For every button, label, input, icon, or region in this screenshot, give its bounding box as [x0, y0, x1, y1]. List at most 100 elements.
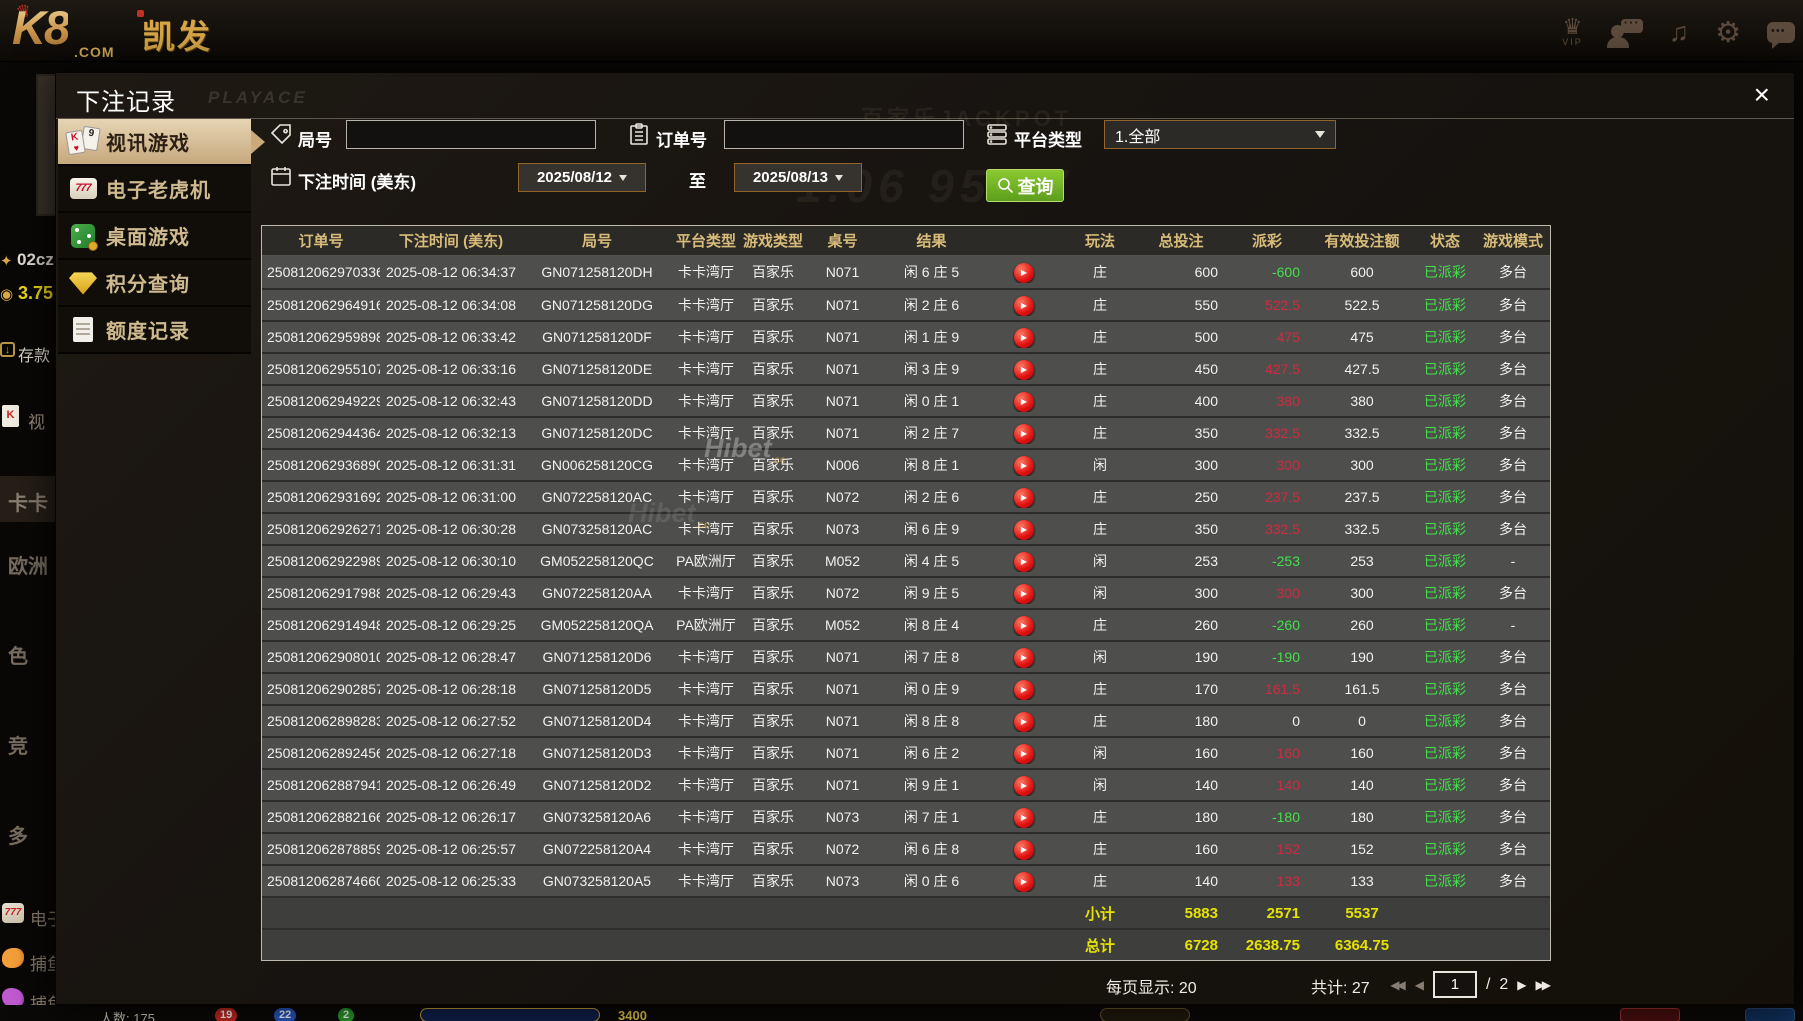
- cell-platform: 卡卡湾厅: [678, 745, 734, 761]
- round-number-input[interactable]: [346, 120, 596, 149]
- play-replay-button[interactable]: ▶: [1014, 839, 1034, 860]
- sidebar-item-label: 桌面游戏: [106, 227, 190, 249]
- play-replay-button[interactable]: ▶: [1014, 551, 1034, 572]
- vip-icon[interactable]: ♛ VIP: [1562, 16, 1583, 48]
- cell-bet-time: 2025-08-12 06:26:49: [386, 777, 516, 793]
- cell-replay: ▶: [984, 711, 1064, 732]
- deposit-icon: ↓: [0, 342, 15, 357]
- last-page-icon[interactable]: ▶▶: [1536, 978, 1552, 992]
- play-replay-button[interactable]: ▶: [1014, 519, 1034, 540]
- cell-result: 闲 1 庄 9: [903, 329, 960, 345]
- order-number-input[interactable]: [724, 120, 964, 149]
- k8-logo[interactable]: ♛ K8 .COM 凯发: [10, 1, 240, 60]
- cell-payout: 140: [1276, 777, 1300, 793]
- sidebar-item-slots[interactable]: 777 电子老虎机: [58, 166, 251, 213]
- play-replay-button[interactable]: ▶: [1014, 711, 1034, 732]
- table-row: 250812062949229 2025-08-12 06:32:43 GN07…: [262, 384, 1550, 416]
- cell-platform: 卡卡湾厅: [678, 649, 734, 665]
- cell-platform: PA欧洲厅: [676, 617, 736, 633]
- cell-game-mode: 多台: [1499, 681, 1527, 697]
- play-replay-button[interactable]: ▶: [1014, 743, 1034, 764]
- chat-bubble-icon[interactable]: [1767, 21, 1795, 49]
- cell-table-number: N071: [825, 393, 860, 409]
- query-button[interactable]: 查询: [986, 169, 1064, 202]
- cell-bet-type: 闲: [1093, 585, 1107, 601]
- cell-result: 闲 2 庄 6: [903, 297, 960, 313]
- play-replay-button[interactable]: ▶: [1014, 423, 1034, 444]
- cell-replay: ▶: [984, 775, 1064, 796]
- col-header-order: 订单号: [298, 233, 344, 250]
- play-replay-button[interactable]: ▶: [1014, 807, 1034, 828]
- music-icon[interactable]: ♫: [1669, 17, 1689, 48]
- play-replay-button[interactable]: ▶: [1014, 583, 1034, 604]
- date-from-select[interactable]: 2025/08/12: [518, 163, 646, 192]
- cell-replay: ▶: [984, 647, 1064, 668]
- table-header-row: 订单号 下注时间 (美东) 局号 平台类型 游戏类型 桌号 结果 玩法 总投注 …: [262, 226, 1550, 256]
- play-replay-button[interactable]: ▶: [1014, 295, 1034, 316]
- play-replay-button[interactable]: ▶: [1014, 391, 1034, 412]
- totals-payout: 2638.75: [1245, 936, 1300, 954]
- cell-replay: ▶: [984, 871, 1064, 892]
- cell-replay: ▶: [984, 519, 1064, 540]
- cell-result: 闲 3 庄 9: [903, 361, 960, 377]
- cell-table-number: N072: [825, 489, 860, 505]
- play-replay-button[interactable]: ▶: [1014, 647, 1034, 668]
- cell-game-type: 百家乐: [752, 329, 794, 345]
- cell-status: 已派彩: [1424, 777, 1466, 793]
- sidebar-item-table-games[interactable]: 桌面游戏: [58, 213, 251, 260]
- cell-table-number: N072: [825, 841, 860, 857]
- cell-payout: -260: [1271, 617, 1300, 633]
- cell-replay: ▶: [984, 615, 1064, 636]
- cell-replay: ▶: [984, 583, 1064, 604]
- cell-result: 闲 7 庄 8: [903, 649, 960, 665]
- jackpot-pill: [420, 1008, 600, 1021]
- cell-result: 闲 2 庄 6: [903, 489, 960, 505]
- first-page-icon[interactable]: ◀◀: [1390, 978, 1406, 992]
- cell-order-id: 250812062874660: [267, 873, 380, 889]
- col-header-payout: 派彩: [1251, 233, 1282, 250]
- cell-round-id: GN071258120DG: [540, 297, 654, 313]
- play-replay-button[interactable]: ▶: [1014, 775, 1034, 796]
- play-replay-button[interactable]: ▶: [1014, 327, 1034, 348]
- customer-service-icon[interactable]: [1606, 15, 1643, 48]
- cell-bet-time: 2025-08-12 06:33:16: [386, 361, 516, 377]
- settings-gear-icon[interactable]: ⚙: [1715, 15, 1741, 50]
- play-replay-button[interactable]: ▶: [1014, 871, 1034, 892]
- play-replay-button[interactable]: ▶: [1014, 359, 1034, 380]
- play-replay-button[interactable]: ▶: [1014, 455, 1034, 476]
- cell-table-number: N071: [825, 777, 860, 793]
- cell-replay: ▶: [984, 679, 1064, 700]
- col-header-status: 状态: [1429, 233, 1460, 250]
- slot-777-icon: 777: [62, 178, 104, 199]
- total-count-info: 共计: 27: [1311, 974, 1370, 998]
- sidebar-item-points-query[interactable]: 积分查询: [58, 260, 251, 307]
- cell-total-bet: 160: [1194, 745, 1218, 761]
- date-to-select[interactable]: 2025/08/13: [734, 163, 862, 192]
- cell-replay: ▶: [984, 359, 1064, 380]
- cell-payout: 0: [1292, 713, 1300, 729]
- cell-total-bet: 400: [1194, 393, 1218, 409]
- platform-type-select[interactable]: 1.全部: [1104, 120, 1336, 149]
- page-number-input[interactable]: 1: [1432, 971, 1477, 998]
- table-row: 250812062878859 2025-08-12 06:25:57 GN07…: [262, 832, 1550, 864]
- cell-game-type: 百家乐: [752, 393, 794, 409]
- play-replay-button[interactable]: ▶: [1014, 262, 1034, 283]
- play-replay-button[interactable]: ▶: [1014, 679, 1034, 700]
- cell-table-number: N071: [825, 425, 860, 441]
- cell-table-number: N073: [825, 873, 860, 889]
- totals-valid-bet: 5537: [1345, 904, 1379, 922]
- prev-page-icon[interactable]: ◀: [1415, 978, 1424, 992]
- play-replay-button[interactable]: ▶: [1014, 615, 1034, 636]
- chat-dots-icon: [1620, 15, 1643, 33]
- sidebar-item-label: 视讯游戏: [106, 133, 190, 155]
- close-icon[interactable]: ×: [1754, 79, 1770, 111]
- totals-row: 小计 5883 2571 5537: [262, 896, 1550, 928]
- cell-payout: -253: [1271, 553, 1300, 569]
- play-replay-button[interactable]: ▶: [1014, 487, 1034, 508]
- sidebar-item-live-games[interactable]: 9 K ♥ 视讯游戏: [58, 119, 265, 166]
- category-jingmi: 竞: [8, 736, 28, 758]
- cell-bet-type: 庄: [1093, 489, 1107, 505]
- sidebar-item-quota-records[interactable]: 额度记录: [58, 307, 251, 354]
- bet-records-table: 订单号 下注时间 (美东) 局号 平台类型 游戏类型 桌号 结果 玩法 总投注 …: [261, 225, 1551, 961]
- next-page-icon[interactable]: ▶: [1517, 978, 1526, 992]
